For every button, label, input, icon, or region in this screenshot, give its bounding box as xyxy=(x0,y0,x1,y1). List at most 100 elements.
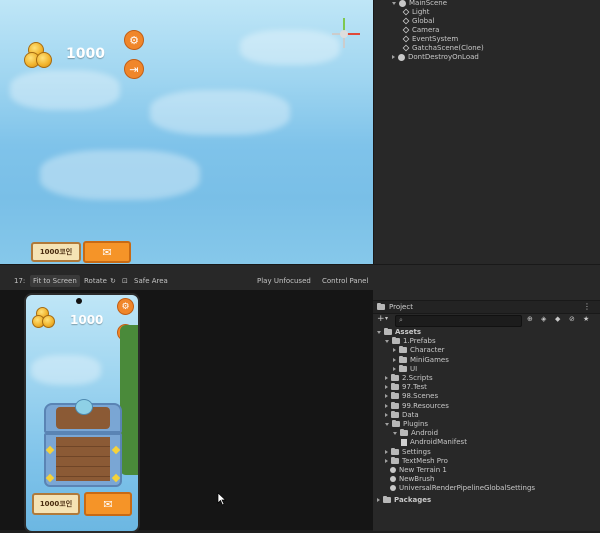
chevron-right-icon[interactable] xyxy=(385,412,388,417)
chevron-down-icon[interactable] xyxy=(393,431,397,435)
chevron-right-icon[interactable] xyxy=(393,348,396,353)
shop-icon: ✉ xyxy=(102,245,112,259)
project-tree-item-label: Android xyxy=(411,429,439,438)
cloud xyxy=(40,150,200,200)
add-asset-button[interactable]: + xyxy=(377,314,385,324)
gameobject-cube-icon xyxy=(402,35,410,43)
project-tree-item-label: Settings xyxy=(402,447,431,456)
project-tree-item[interactable]: Packages xyxy=(377,495,431,505)
rotate-button[interactable]: Rotate xyxy=(84,277,107,285)
shop-button[interactable]: ✉ xyxy=(83,241,131,263)
hierarchy-item-label: GatchaScene(Clone) xyxy=(412,44,484,52)
gear-icon: ⚙ xyxy=(129,33,139,47)
hierarchy-panel[interactable]: MainScene Light Global Camera EventSystem Gat… xyxy=(373,0,600,264)
play-unfocused-dropdown[interactable]: Play Unfocused xyxy=(257,277,311,285)
display-dropdown[interactable]: 17: xyxy=(14,277,25,285)
control-panel-button[interactable]: Control Panel xyxy=(322,277,368,285)
folder-icon xyxy=(400,429,408,437)
unity-scene-icon xyxy=(398,53,405,61)
chevron-right-icon[interactable] xyxy=(385,403,388,408)
project-tree-item[interactable]: UniversalRenderPipelineGlobalSettings xyxy=(385,483,535,493)
folder-icon xyxy=(392,420,400,427)
scene-view[interactable]: 1000 ⚙ ⇥ 1000코인 ✉ xyxy=(0,0,373,264)
folder-icon xyxy=(383,495,391,503)
gear-icon: ⚙ xyxy=(121,301,130,312)
hidden-packages-icon[interactable]: ⊘ xyxy=(569,315,575,323)
chevron-right-icon[interactable] xyxy=(385,376,388,380)
project-tab[interactable]: Project xyxy=(389,303,413,311)
coin-purchase-button[interactable]: 1000코인 xyxy=(31,242,81,262)
safe-area-toggle[interactable]: Safe Area xyxy=(134,277,168,285)
hierarchy-item-label: EventSystem xyxy=(412,35,459,43)
score-label: 1000 xyxy=(66,46,105,62)
project-tree-item-label: TextMesh Pro xyxy=(402,456,448,465)
settings-button[interactable]: ⚙ xyxy=(124,30,144,50)
chevron-right-icon[interactable] xyxy=(393,357,396,362)
folder-icon xyxy=(399,355,407,363)
folder-icon xyxy=(399,364,407,372)
shop-button[interactable]: ✉ xyxy=(84,492,132,516)
hierarchy-item-label: Global xyxy=(412,17,435,25)
search-by-label-icon[interactable]: ◈ xyxy=(541,315,546,323)
project-search-input[interactable]: ⌕ xyxy=(395,315,522,327)
search-icon: ⌕ xyxy=(399,316,403,324)
project-tree-item-label: Data xyxy=(402,410,419,419)
project-tree-item-label: 97.Test xyxy=(402,383,427,392)
gameobject-cube-icon xyxy=(402,17,410,25)
project-tree-item-label: New Terrain 1 xyxy=(399,466,447,474)
chevron-right-icon[interactable] xyxy=(385,449,388,454)
folder-icon xyxy=(399,346,407,354)
chevron-right-icon[interactable] xyxy=(385,458,388,463)
chevron-right-icon[interactable] xyxy=(393,366,396,371)
chevron-down-icon[interactable] xyxy=(385,339,389,343)
hierarchy-item-label: DontDestroyOnLoad xyxy=(408,53,479,61)
exit-icon: ⇥ xyxy=(129,62,139,76)
chevron-down-icon[interactable] xyxy=(377,330,381,334)
folder-icon xyxy=(391,456,399,464)
coin-pile-icon xyxy=(32,307,56,329)
project-tree: Assets 1.Prefabs Character MiniGames UI 2.Scr… xyxy=(373,327,600,531)
safe-area-icon[interactable]: ⊡ xyxy=(122,277,128,285)
hierarchy-item-label: MainScene xyxy=(409,0,448,7)
cloud xyxy=(150,90,290,135)
coin-purchase-button[interactable]: 1000코인 xyxy=(32,493,80,515)
device-simulator-frame: 1000 ⚙ ⇥ 1000코인 ✉ xyxy=(24,293,140,533)
project-tab-bar: Project ⋮ xyxy=(373,301,600,314)
chevron-right-icon[interactable] xyxy=(392,55,395,59)
asset-icon xyxy=(390,485,396,492)
asset-icon xyxy=(390,467,396,473)
project-tree-item-label: UI xyxy=(410,364,418,373)
treasure-chest-image[interactable] xyxy=(44,399,122,487)
folder-icon xyxy=(392,337,400,345)
chevron-right-icon[interactable] xyxy=(385,394,388,399)
project-tree-item-label: AndroidManifest xyxy=(410,438,467,447)
exit-button[interactable]: ⇥ xyxy=(124,59,144,79)
folder-icon xyxy=(391,447,399,455)
hierarchy-item[interactable]: DontDestroyOnLoad xyxy=(374,52,600,62)
gameobject-cube-icon xyxy=(402,26,410,34)
project-tree-item-label: Character xyxy=(410,346,445,355)
scene-gizmo[interactable] xyxy=(322,12,366,52)
more-options-icon[interactable]: ⋮ xyxy=(583,302,591,311)
hierarchy-item-label: Camera xyxy=(412,26,440,34)
camera-notch xyxy=(76,298,82,304)
project-panel: Project ⋮ + ▾ ⌕ ⊕ ◈ ◆ ⊘ ★ Assets 1.Prefab… xyxy=(373,300,600,531)
star-icon[interactable]: ★ xyxy=(583,315,589,323)
hierarchy-item-label: Light xyxy=(412,8,430,16)
rotate-icon[interactable]: ↻ xyxy=(110,277,116,285)
chevron-down-icon[interactable] xyxy=(392,1,396,5)
cloud xyxy=(10,70,120,110)
fit-to-screen-dropdown[interactable]: Fit to Screen xyxy=(30,275,80,287)
chevron-right-icon[interactable] xyxy=(377,497,380,502)
chevron-down-icon[interactable]: ▾ xyxy=(385,315,388,322)
chevron-down-icon[interactable] xyxy=(385,422,389,426)
settings-button[interactable]: ⚙ xyxy=(117,298,134,315)
chevron-right-icon[interactable] xyxy=(385,385,388,390)
project-tree-item-label: 98.Scenes xyxy=(402,392,439,401)
folder-icon xyxy=(391,374,399,381)
folder-icon xyxy=(391,383,399,391)
panel-divider xyxy=(373,264,600,265)
favorite-icon[interactable]: ◆ xyxy=(555,315,560,323)
file-icon xyxy=(401,438,407,446)
search-by-type-icon[interactable]: ⊕ xyxy=(527,315,533,323)
